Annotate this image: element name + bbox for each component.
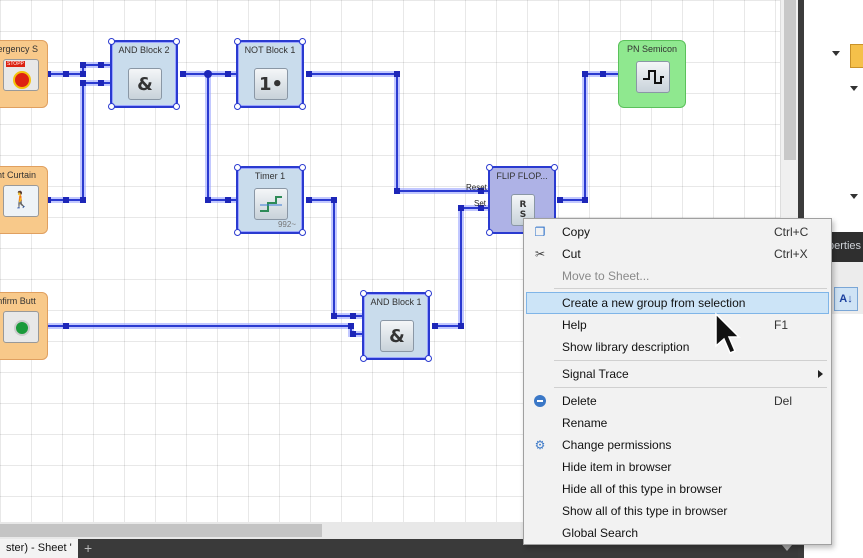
sheet-tab-active[interactable]: ster) - Sheet ': [0, 539, 78, 558]
library-browser-panel: [804, 0, 863, 232]
block-title: FLIP FLOP...: [496, 171, 548, 181]
block-and-1[interactable]: AND Block 1 &: [360, 290, 432, 362]
chevron-down-icon[interactable]: [782, 545, 792, 551]
confirm-button-icon: [3, 311, 39, 343]
block-light-curtain[interactable]: ght Curtain 🚶: [0, 166, 48, 234]
context-menu: ❐ Copy Ctrl+C ✂ Cut Ctrl+X Move to Sheet…: [523, 218, 832, 545]
menu-item-show-all-type[interactable]: Show all of this type in browser: [526, 501, 829, 521]
block-title: PN Semicon: [626, 44, 678, 54]
menu-item-rename[interactable]: Rename: [526, 413, 829, 433]
folder-icon: [850, 44, 863, 68]
copy-icon: ❐: [534, 225, 546, 239]
menu-item-change-permissions[interactable]: ⚙ Change permissions: [526, 435, 829, 455]
menu-item-help[interactable]: Help F1: [526, 315, 829, 335]
block-and-2[interactable]: AND Block 2 &: [108, 38, 180, 110]
set-port-label: Set: [474, 199, 487, 208]
timer-icon: [254, 188, 288, 220]
not-gate-icon: 1•: [254, 68, 288, 100]
menu-item-delete[interactable]: Delete Del: [526, 391, 829, 411]
menu-item-show-library-description[interactable]: Show library description: [526, 337, 829, 357]
mouse-cursor-icon: [715, 312, 741, 354]
stop-badge: STOPP: [6, 61, 25, 67]
horizontal-scroll-thumb[interactable]: [0, 524, 322, 537]
reset-port-label: Reset: [466, 183, 487, 192]
block-not-1[interactable]: NOT Block 1 1•: [234, 38, 306, 110]
menu-item-copy[interactable]: ❐ Copy Ctrl+C: [526, 222, 829, 242]
light-curtain-icon: 🚶: [3, 185, 39, 217]
block-title: AND Block 1: [370, 297, 422, 307]
menu-item-cut[interactable]: ✂ Cut Ctrl+X: [526, 244, 829, 264]
scissors-icon: ✂: [534, 247, 546, 261]
block-emergency-stop[interactable]: mergency S STOPP: [0, 40, 48, 108]
block-title: AND Block 2: [118, 45, 170, 55]
block-confirm-button[interactable]: onfirm Butt: [0, 292, 48, 360]
and-gate-icon: &: [128, 68, 162, 100]
block-title: onfirm Butt: [0, 296, 36, 306]
chevron-down-icon[interactable]: [850, 194, 858, 199]
block-timer-1[interactable]: Timer 1 992~: [234, 164, 306, 236]
menu-item-global-search[interactable]: Global Search: [526, 523, 829, 543]
chevron-down-icon[interactable]: [832, 51, 840, 56]
block-title: NOT Block 1: [244, 45, 296, 55]
add-sheet-button[interactable]: +: [84, 539, 92, 558]
pulse-output-icon: [636, 61, 670, 93]
sort-az-icon[interactable]: A↓: [834, 287, 858, 311]
vertical-scroll-thumb[interactable]: [784, 0, 796, 160]
delete-icon: [532, 393, 548, 409]
menu-item-hide-item[interactable]: Hide item in browser: [526, 457, 829, 477]
submenu-arrow-icon: [818, 370, 823, 378]
menu-item-create-group[interactable]: Create a new group from selection: [526, 292, 829, 314]
emergency-stop-icon: STOPP: [3, 59, 39, 91]
block-pn-semicon[interactable]: PN Semicon: [618, 40, 686, 108]
menu-item-hide-all-type[interactable]: Hide all of this type in browser: [526, 479, 829, 499]
block-title: mergency S: [0, 44, 39, 54]
permissions-icon: ⚙: [534, 438, 546, 452]
properties-panel-title: perties: [828, 240, 862, 252]
block-title: ght Curtain: [0, 170, 37, 180]
menu-item-move-to-sheet: Move to Sheet...: [562, 269, 650, 283]
chevron-down-icon[interactable]: [850, 86, 858, 91]
block-title: Timer 1: [254, 171, 286, 181]
timer-value: 992~: [277, 220, 296, 229]
and-gate-icon: &: [380, 320, 414, 352]
menu-item-signal-trace[interactable]: Signal Trace: [526, 364, 829, 384]
